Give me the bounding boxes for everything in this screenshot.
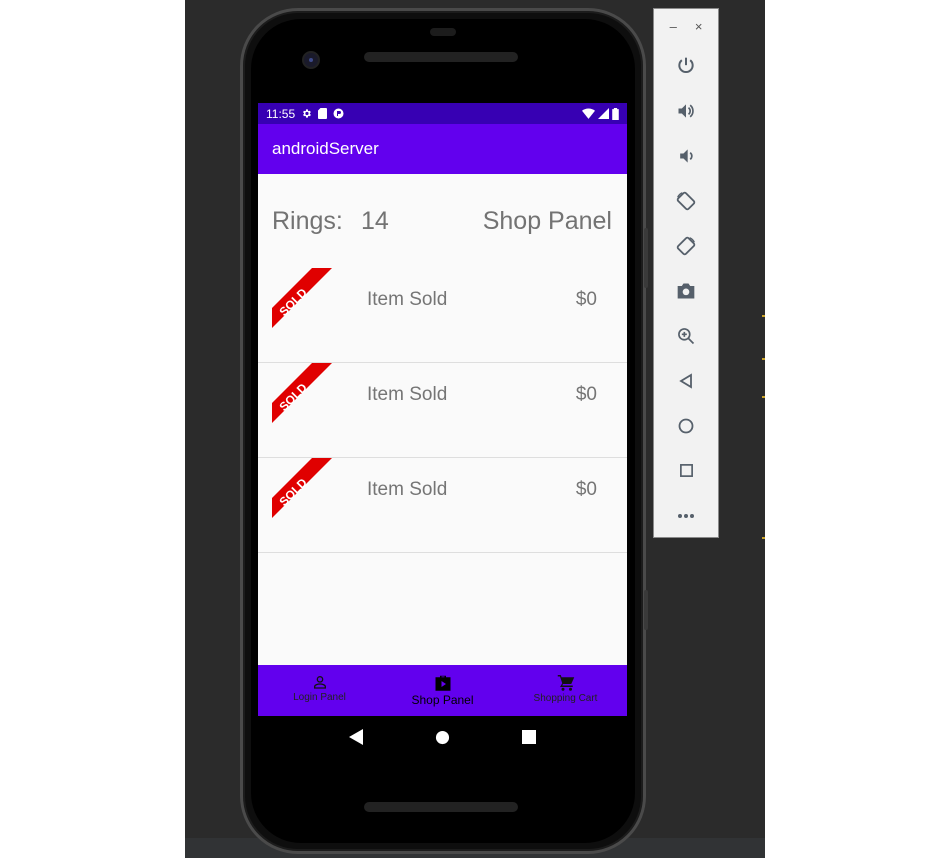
sd-card-icon [318,108,328,119]
front-camera [302,51,320,69]
power-button[interactable] [654,43,718,88]
zoom-icon [678,327,695,344]
shop-header: Rings: 14 Shop Panel [258,174,627,268]
app-title: androidServer [272,139,379,158]
wifi-icon [582,108,595,119]
item-price: $0 [575,384,597,405]
panel-title: Shop Panel [482,207,612,235]
nav-shop-panel[interactable]: Shop Panel [381,665,504,716]
rotate-left-button[interactable] [654,178,718,223]
more-button[interactable] [654,493,718,538]
overview-icon [679,464,693,477]
system-navigation-bar [258,716,627,758]
rotate-right-button[interactable] [654,223,718,268]
emulator-home-button[interactable] [654,403,718,448]
nav-label: Shopping Cart [533,693,598,704]
list-item[interactable]: SOLD Item Sold $0 [258,268,627,363]
item-name: Item Sold [367,384,448,405]
volume-down-button[interactable] [654,133,718,178]
list-item[interactable]: SOLD Item Sold $0 [258,458,627,553]
rotate-right-icon [676,236,696,255]
stage: 11:55 androidServer Rings: 14 Shop Panel [0,0,950,858]
sold-ribbon-icon: SOLD [272,458,332,518]
recents-icon[interactable] [522,730,536,744]
more-icon [678,513,694,518]
emulator-overview-button[interactable] [654,448,718,493]
volume-up-icon [678,103,694,118]
person-icon [313,676,326,689]
screenshot-button[interactable] [654,268,718,313]
gear-icon [303,109,312,118]
side-power-button[interactable] [644,590,648,630]
home-icon [678,418,694,433]
ide-marker [762,315,765,317]
sold-ribbon-icon: SOLD [272,268,332,328]
item-price: $0 [575,479,597,500]
ide-marker [762,358,765,360]
phone-screen: 11:55 androidServer Rings: 14 Shop Panel [258,103,627,716]
cart-icon [557,675,574,691]
app-bar: androidServer [258,124,627,174]
ide-marker [762,537,765,539]
emulator-back-button[interactable] [654,358,718,403]
camera-icon [677,283,695,298]
emulator-toolbar: – × [653,8,719,538]
volume-down-icon [680,148,693,163]
battery-icon [612,107,619,120]
bottom-navigation: Login Panel Shop Panel Shopping Cart [258,665,627,716]
status-bar: 11:55 [258,103,627,124]
rings-label: Rings: [272,207,343,235]
back-icon[interactable] [349,729,363,745]
side-volume-button[interactable] [644,228,648,288]
ide-marker [762,396,765,398]
bottom-speaker [364,802,518,812]
nav-shopping-cart[interactable]: Shopping Cart [504,665,627,716]
shop-items-list: SOLD Item Sold $0 SOLD Item Sold $0 SOLD… [258,268,627,553]
earpiece-speaker [364,52,518,62]
nav-login-panel[interactable]: Login Panel [258,665,381,716]
volume-up-button[interactable] [654,88,718,133]
list-item[interactable]: SOLD Item Sold $0 [258,363,627,458]
power-icon [678,57,694,73]
close-button[interactable]: × [695,19,703,34]
proximity-sensor [430,28,456,36]
app-notification-icon [333,108,344,119]
sold-ribbon-icon: SOLD [272,363,332,423]
minimize-button[interactable]: – [670,19,677,34]
nav-label: Login Panel [293,692,346,703]
zoom-button[interactable] [654,313,718,358]
cell-signal-icon [598,108,609,119]
rotate-left-icon [676,191,696,210]
window-controls: – × [654,9,718,43]
rings-count: 14 [361,207,389,235]
status-time: 11:55 [266,106,296,121]
home-icon[interactable] [435,730,450,745]
back-icon [679,372,692,389]
item-name: Item Sold [367,479,448,500]
item-price: $0 [575,289,597,310]
item-name: Item Sold [367,289,448,310]
nav-label: Shop Panel [411,693,474,707]
shopping-bag-icon [435,675,450,691]
